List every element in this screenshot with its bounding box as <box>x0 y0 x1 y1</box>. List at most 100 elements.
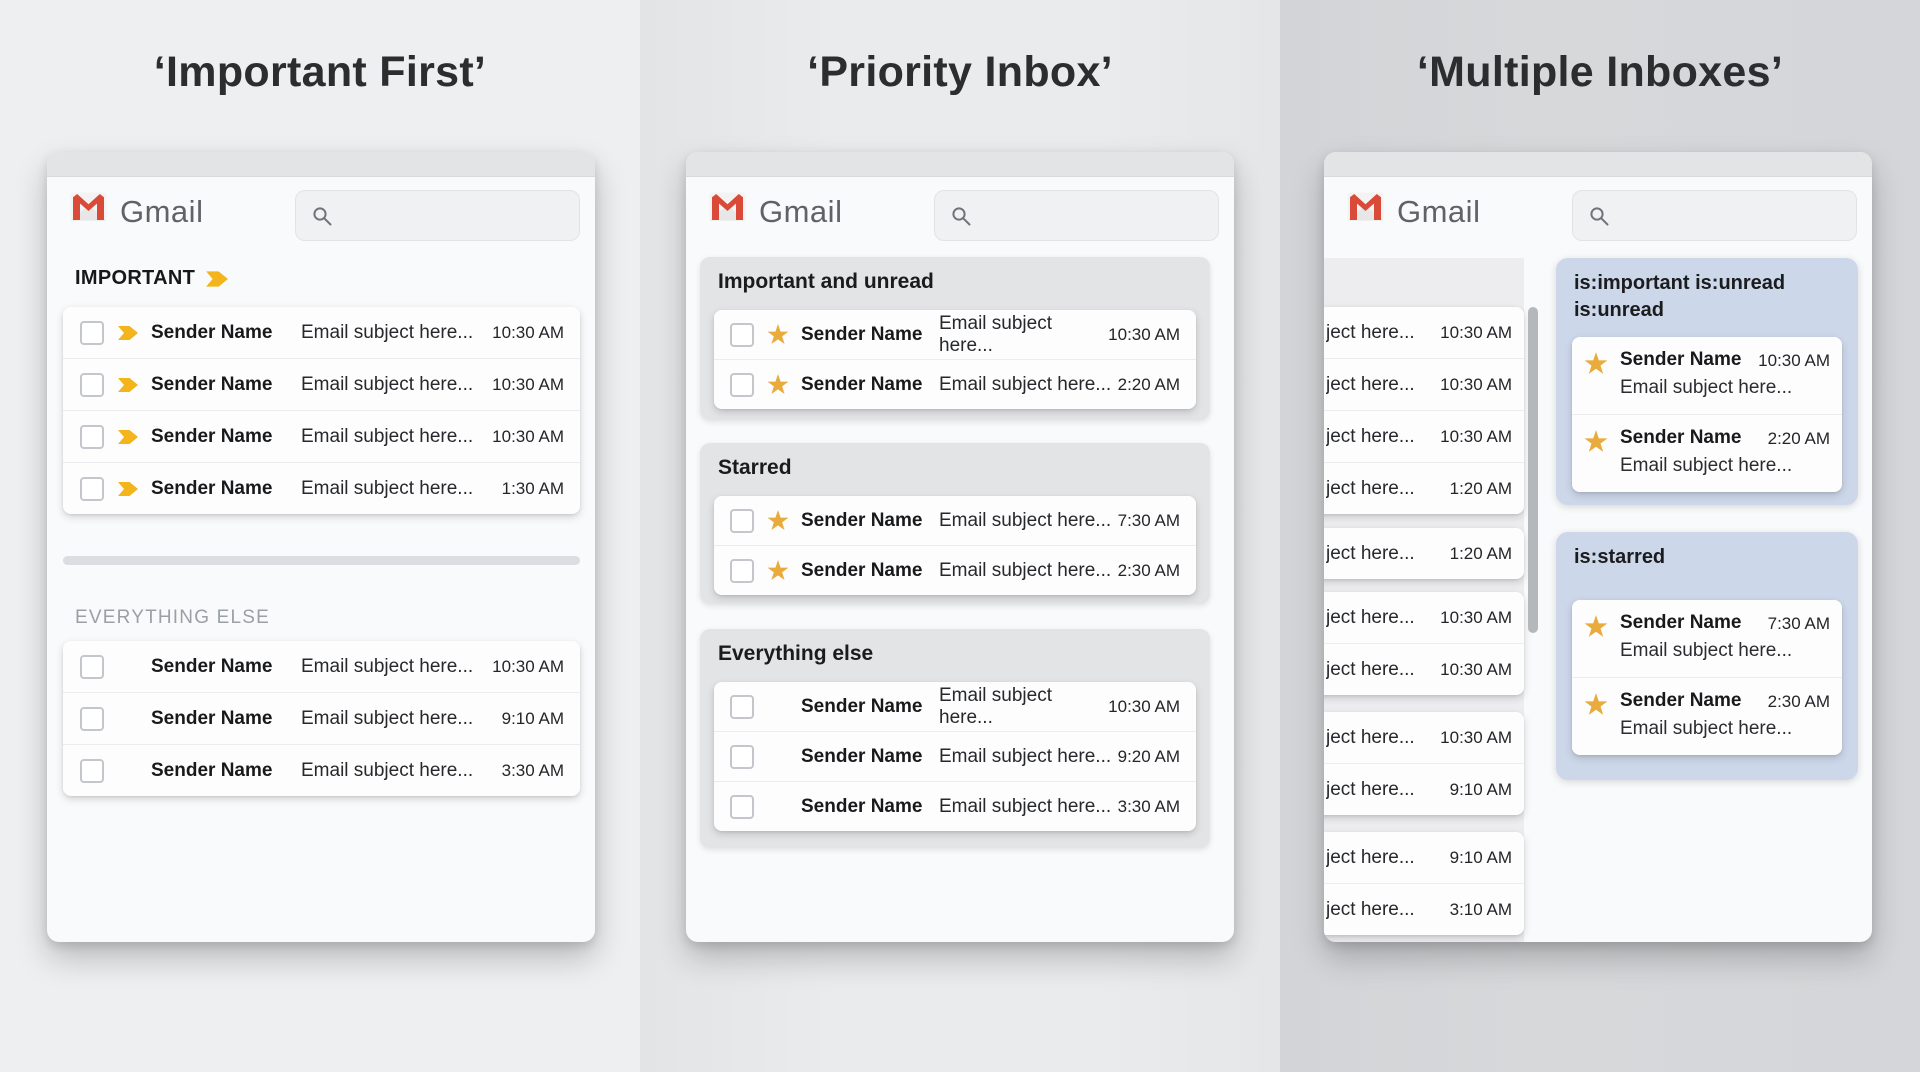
star-icon[interactable] <box>1584 430 1608 453</box>
email-checkbox[interactable] <box>80 707 104 731</box>
email-row[interactable]: Sender Name Email subject here... 3:30 A… <box>63 744 580 796</box>
email-checkbox[interactable] <box>730 695 754 719</box>
email-row[interactable]: ject here... 10:30 AM <box>1324 643 1524 695</box>
email-row[interactable]: Sender Name 2:20 AM Email subject here..… <box>1572 414 1842 492</box>
scrollbar-thumb[interactable] <box>1528 307 1538 633</box>
email-sender: Sender Name <box>151 656 301 678</box>
email-row[interactable]: ject here... 1:20 AM <box>1324 528 1524 579</box>
gmail-wordmark: Gmail <box>1397 194 1480 230</box>
email-list-card: Sender Name 7:30 AM Email subject here..… <box>1572 600 1842 755</box>
email-row[interactable]: Sender Name Email subject here... 10:30 … <box>63 307 580 358</box>
inbox-section-everything-else: Everything else Sender Name Email subjec… <box>700 629 1210 848</box>
email-row[interactable]: Sender Name Email subject here... 10:30 … <box>714 310 1196 359</box>
star-icon[interactable] <box>1584 352 1608 375</box>
inbox-query-label: is:important is:unread is:unread <box>1574 270 1785 324</box>
gmail-window-multiple-inboxes: Gmail ject here... 10:30 AM ject here...… <box>1324 152 1872 942</box>
email-time: 10:30 AM <box>1108 325 1180 345</box>
email-time: 2:20 AM <box>1118 375 1180 395</box>
email-row[interactable]: Sender Name Email subject here... 10:30 … <box>714 682 1196 731</box>
email-subject: Email subject here... <box>939 560 1118 582</box>
email-checkbox[interactable] <box>80 321 104 345</box>
email-time: 9:10 AM <box>502 709 564 729</box>
email-subject: Email subject here... <box>1620 640 1792 662</box>
panel-title-important-first: ‘Important First’ <box>0 48 640 97</box>
everything-else-label: EVERYTHING ELSE <box>75 607 270 629</box>
gmail-wordmark: Gmail <box>759 194 842 230</box>
email-time: 3:10 AM <box>1450 900 1512 920</box>
email-checkbox[interactable] <box>80 477 104 501</box>
email-row[interactable]: Sender Name 10:30 AM Email subject here.… <box>1572 337 1842 414</box>
email-checkbox[interactable] <box>730 795 754 819</box>
email-subject: Email subject here... <box>301 322 492 344</box>
email-checkbox[interactable] <box>730 323 754 347</box>
email-row[interactable]: ject here... 10:30 AM <box>1324 712 1524 763</box>
email-time: 2:30 AM <box>1768 692 1830 712</box>
importance-marker-icon[interactable] <box>117 480 139 498</box>
search-icon <box>951 206 972 227</box>
star-icon[interactable] <box>767 374 789 395</box>
email-sender: Sender Name <box>1620 427 1741 449</box>
email-time: 3:30 AM <box>502 761 564 781</box>
importance-marker-icon[interactable] <box>117 376 139 394</box>
search-input[interactable] <box>934 190 1219 241</box>
email-time: 10:30 AM <box>1440 323 1512 343</box>
email-row[interactable]: ject here... 10:30 AM <box>1324 592 1524 643</box>
email-checkbox[interactable] <box>80 759 104 783</box>
email-subject: Email subject here... <box>301 656 492 678</box>
email-row[interactable]: Sender Name Email subject here... 2:30 A… <box>714 545 1196 595</box>
email-checkbox[interactable] <box>730 745 754 769</box>
email-sender: Sender Name <box>801 746 939 768</box>
email-row[interactable]: ject here... 9:10 AM <box>1324 763 1524 815</box>
star-icon[interactable] <box>767 324 789 345</box>
email-subject: Email subject here... <box>301 478 502 500</box>
email-list-card: ject here... 9:10 AM ject here... 3:10 A… <box>1324 832 1524 935</box>
section-separator <box>63 556 580 565</box>
email-row[interactable]: Sender Name Email subject here... 1:30 A… <box>63 462 580 514</box>
email-sender: Sender Name <box>151 426 301 448</box>
email-subject: ject here... <box>1326 847 1450 869</box>
email-checkbox[interactable] <box>80 373 104 397</box>
email-row[interactable]: Sender Name Email subject here... 7:30 A… <box>714 496 1196 545</box>
email-checkbox[interactable] <box>730 509 754 533</box>
email-row[interactable]: Sender Name Email subject here... 10:30 … <box>63 410 580 462</box>
importance-marker-icon[interactable] <box>117 428 139 446</box>
email-time: 10:30 AM <box>1108 697 1180 717</box>
email-row[interactable]: ject here... 3:10 AM <box>1324 883 1524 935</box>
everything-else-email-list: Sender Name Email subject here... 10:30 … <box>63 641 580 796</box>
email-time: 10:30 AM <box>492 375 564 395</box>
email-sender: Sender Name <box>801 560 939 582</box>
important-section-header: IMPORTANT <box>75 267 229 290</box>
star-icon[interactable] <box>767 510 789 531</box>
star-icon[interactable] <box>1584 615 1608 638</box>
email-subject: ject here... <box>1326 322 1440 344</box>
email-subject: ject here... <box>1326 426 1440 448</box>
section-label: Important and unread <box>718 270 934 294</box>
email-row[interactable]: Sender Name Email subject here... 10:30 … <box>63 641 580 692</box>
email-row[interactable]: Sender Name Email subject here... 10:30 … <box>63 358 580 410</box>
email-row[interactable]: ject here... 10:30 AM <box>1324 358 1524 410</box>
email-row[interactable]: ject here... 10:30 AM <box>1324 307 1524 358</box>
email-time: 10:30 AM <box>1440 375 1512 395</box>
email-row[interactable]: ject here... 10:30 AM <box>1324 410 1524 462</box>
email-list-card: Sender Name Email subject here... 10:30 … <box>714 682 1196 831</box>
gmail-wordmark: Gmail <box>120 194 203 230</box>
window-titlebar <box>1324 152 1872 177</box>
star-icon[interactable] <box>1584 693 1608 716</box>
email-checkbox[interactable] <box>730 373 754 397</box>
search-input[interactable] <box>1572 190 1857 241</box>
email-row[interactable]: Sender Name 2:30 AM Email subject here..… <box>1572 677 1842 755</box>
email-row[interactable]: Sender Name Email subject here... 2:20 A… <box>714 359 1196 409</box>
email-checkbox[interactable] <box>80 425 104 449</box>
email-subject: Email subject here... <box>301 426 492 448</box>
email-row[interactable]: ject here... 1:20 AM <box>1324 462 1524 514</box>
email-row[interactable]: Sender Name 7:30 AM Email subject here..… <box>1572 600 1842 677</box>
email-row[interactable]: Sender Name Email subject here... 9:10 A… <box>63 692 580 744</box>
email-checkbox[interactable] <box>80 655 104 679</box>
email-checkbox[interactable] <box>730 559 754 583</box>
search-input[interactable] <box>295 190 580 241</box>
star-icon[interactable] <box>767 560 789 581</box>
email-row[interactable]: Sender Name Email subject here... 9:20 A… <box>714 731 1196 781</box>
email-row[interactable]: ject here... 9:10 AM <box>1324 832 1524 883</box>
email-row[interactable]: Sender Name Email subject here... 3:30 A… <box>714 781 1196 831</box>
importance-marker-icon[interactable] <box>117 324 139 342</box>
